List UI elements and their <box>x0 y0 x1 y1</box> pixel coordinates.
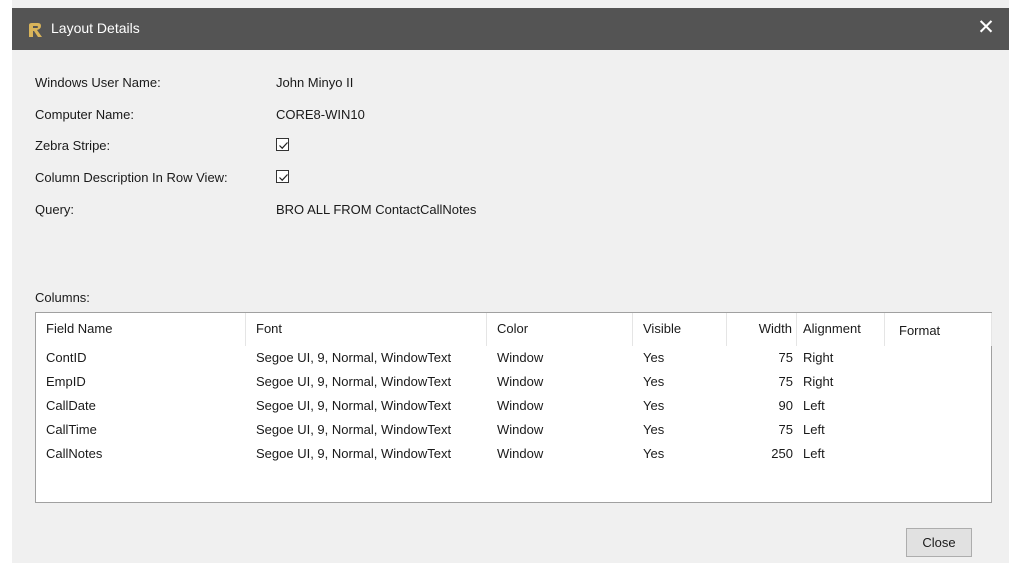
windows-user-name-label: Windows User Name: <box>35 75 161 90</box>
checkmark-icon <box>279 174 288 182</box>
window-close-icon[interactable]: ✕ <box>963 8 1009 50</box>
table-row-visible: Yes <box>643 446 665 461</box>
title-bar: Layout Details ✕ <box>12 8 1009 50</box>
computer-name-value: CORE8-WIN10 <box>276 107 365 122</box>
table-row-alignment: Right <box>803 350 834 365</box>
table-row-field-name[interactable]: EmpID <box>46 370 86 394</box>
table-row-color: Window <box>497 398 544 413</box>
table-row-visible: Yes <box>643 398 665 413</box>
checkmark-icon <box>279 142 288 150</box>
table-row-color: Window <box>497 446 544 461</box>
table-row-field-name[interactable]: CallNotes <box>46 442 102 466</box>
table-row-alignment: Right <box>803 374 834 389</box>
table-row-field-name[interactable]: CallDate <box>46 394 96 418</box>
table-row-width: 75 <box>778 422 793 437</box>
columns-grid[interactable]: Field Name Font Color Visible Width Alig… <box>35 312 992 503</box>
table-row-width: 90 <box>778 398 793 413</box>
window-title: Layout Details <box>51 20 140 36</box>
table-row-alignment: Left <box>803 446 825 461</box>
app-logo-icon <box>26 21 44 39</box>
table-row-width: 75 <box>778 374 793 389</box>
column-header-font[interactable]: Font <box>246 313 487 346</box>
table-row-alignment: Left <box>803 398 825 413</box>
background-strip <box>0 0 12 563</box>
column-header-format[interactable]: Format <box>885 313 992 346</box>
column-header-alignment[interactable]: Alignment <box>797 313 885 346</box>
table-row-field-name[interactable]: CallTime <box>46 418 97 442</box>
zebra-stripe-checkbox[interactable] <box>276 138 289 151</box>
table-row-font: Segoe UI, 9, Normal, WindowText <box>256 398 452 413</box>
zebra-stripe-label: Zebra Stripe: <box>35 138 111 153</box>
query-value: BRO ALL FROM ContactCallNotes <box>276 202 477 217</box>
column-header-color[interactable]: Color <box>487 313 633 346</box>
layout-details-dialog: Layout Details ✕ Windows User Name: John… <box>12 0 1009 563</box>
table-row-font: Segoe UI, 9, Normal, WindowText <box>256 350 452 365</box>
column-description-label: Column Description In Row View: <box>35 170 228 185</box>
column-header-width[interactable]: Width <box>727 313 797 346</box>
table-row-visible: Yes <box>643 350 665 365</box>
table-row-visible: Yes <box>643 374 665 389</box>
table-row-font: Segoe UI, 9, Normal, WindowText <box>256 374 452 389</box>
columns-label: Columns: <box>35 290 90 305</box>
computer-name-label: Computer Name: <box>35 107 134 122</box>
table-row-width: 75 <box>778 350 793 365</box>
column-header-field-name[interactable]: Field Name <box>36 313 246 346</box>
table-row-color: Window <box>497 422 544 437</box>
table-row-font: Segoe UI, 9, Normal, WindowText <box>256 422 452 437</box>
table-row-width: 250 <box>771 446 793 461</box>
table-row-font: Segoe UI, 9, Normal, WindowText <box>256 446 452 461</box>
column-header-visible[interactable]: Visible <box>633 313 727 346</box>
table-row-visible: Yes <box>643 422 665 437</box>
close-button[interactable]: Close <box>906 528 972 557</box>
table-row-color: Window <box>497 374 544 389</box>
table-row-alignment: Left <box>803 422 825 437</box>
table-row-color: Window <box>497 350 544 365</box>
table-row-field-name[interactable]: ContID <box>46 346 86 370</box>
column-description-checkbox[interactable] <box>276 170 289 183</box>
query-label: Query: <box>35 202 75 217</box>
windows-user-name-value: John Minyo II <box>276 75 354 90</box>
